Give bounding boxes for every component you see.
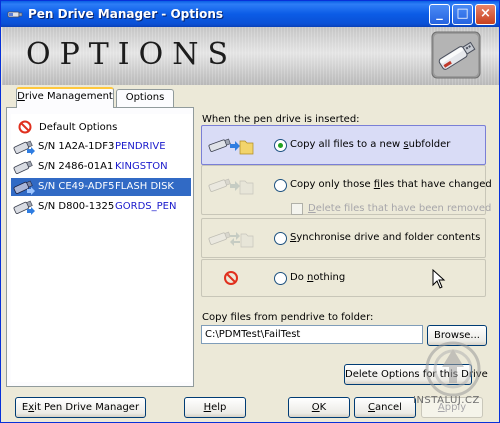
exit-button[interactable]: Exit Pen Drive Manager [15, 397, 146, 418]
minimize-button[interactable]: _ [429, 4, 450, 25]
ok-button[interactable]: OK [288, 397, 350, 418]
radio-copy-changed[interactable] [274, 179, 287, 192]
drive-serial: S/N CE49-ADF5 [38, 181, 115, 192]
list-item-drive[interactable]: S/N 1A2A-1DF3 PENDRIVE [11, 138, 191, 156]
radio-copy-all[interactable] [274, 139, 287, 152]
pen-drive-icon [13, 160, 33, 174]
options-banner: OPTIONS [2, 27, 499, 85]
drive-list[interactable]: Default Options S/N 1A2A-1DF3 PENDRIVE S… [11, 114, 192, 382]
drive-serial: S/N 1A2A-1DF3 [38, 141, 115, 152]
no-entry-icon [224, 271, 238, 285]
window-title: Pen Drive Manager - Options [28, 7, 224, 21]
tab-drive-management[interactable]: Drive Management [16, 87, 114, 108]
list-item-drive[interactable]: S/N 2486-01A1 KINGSTON [11, 158, 191, 176]
copy-changed-icon [208, 178, 254, 195]
drive-name: KINGSTON [115, 161, 168, 172]
pen-drive-icon [13, 180, 35, 195]
destination-folder-input[interactable] [201, 325, 423, 344]
list-item-drive-selected[interactable]: S/N CE49-ADF5 FLASH DISK [11, 178, 191, 196]
option-label: Copy all files to a new subfolder [290, 139, 451, 150]
synchronise-icon [208, 231, 254, 248]
option-synchronise[interactable]: Synchronise drive and folder contents [201, 218, 486, 258]
when-inserted-label: When the pen drive is inserted: [202, 114, 360, 125]
option-copy-changed-files[interactable]: Copy only those files that have changed … [201, 165, 492, 215]
copy-to-folder-icon [208, 138, 254, 155]
drive-serial: S/N D800-1325 [38, 201, 115, 212]
drive-name: PENDRIVE [115, 141, 166, 152]
option-label: Do nothing [290, 272, 346, 283]
option-copy-all-to-subfolder[interactable]: Copy all files to a new subfolder [201, 125, 486, 165]
options-window: Pen Drive Manager - Options _ □ × OPTION… [0, 0, 500, 423]
help-button[interactable]: Help [184, 397, 246, 418]
option-label: Copy only those files that have changed [290, 179, 492, 190]
maximize-button[interactable]: □ [452, 4, 473, 25]
tab-options[interactable]: Options [116, 89, 174, 107]
cancel-button[interactable]: Cancel [354, 397, 416, 418]
drive-name: GORDS_PEN [115, 201, 177, 212]
copy-folder-label: Copy files from pendrive to folder: [202, 312, 374, 323]
list-item-drive[interactable]: S/N D800-1325 GORDS_PEN [11, 198, 191, 216]
usb-pen-drive-icon [431, 31, 481, 79]
pen-drive-icon [7, 11, 23, 18]
default-options-label: Default Options [39, 122, 118, 133]
pen-drive-icon [13, 140, 35, 155]
drive-name: FLASH DISK [115, 181, 174, 192]
delete-removed-label: Delete files that have been removed [308, 203, 492, 214]
watermark-text: INSTALUJ.CZ [413, 395, 480, 406]
drive-serial: S/N 2486-01A1 [38, 161, 114, 172]
title-bar[interactable]: Pen Drive Manager - Options _ □ × [1, 1, 499, 27]
list-item-default-options[interactable]: Default Options [11, 118, 191, 136]
radio-do-nothing[interactable] [274, 272, 287, 285]
close-button[interactable]: × [475, 4, 496, 25]
delete-removed-checkbox[interactable] [291, 203, 303, 215]
mouse-cursor-icon [432, 269, 446, 289]
banner-heading: OPTIONS [26, 37, 238, 72]
radio-synchronise[interactable] [274, 232, 287, 245]
no-entry-icon [18, 120, 32, 134]
option-label: Synchronise drive and folder contents [290, 232, 481, 243]
pen-drive-icon [13, 200, 35, 215]
